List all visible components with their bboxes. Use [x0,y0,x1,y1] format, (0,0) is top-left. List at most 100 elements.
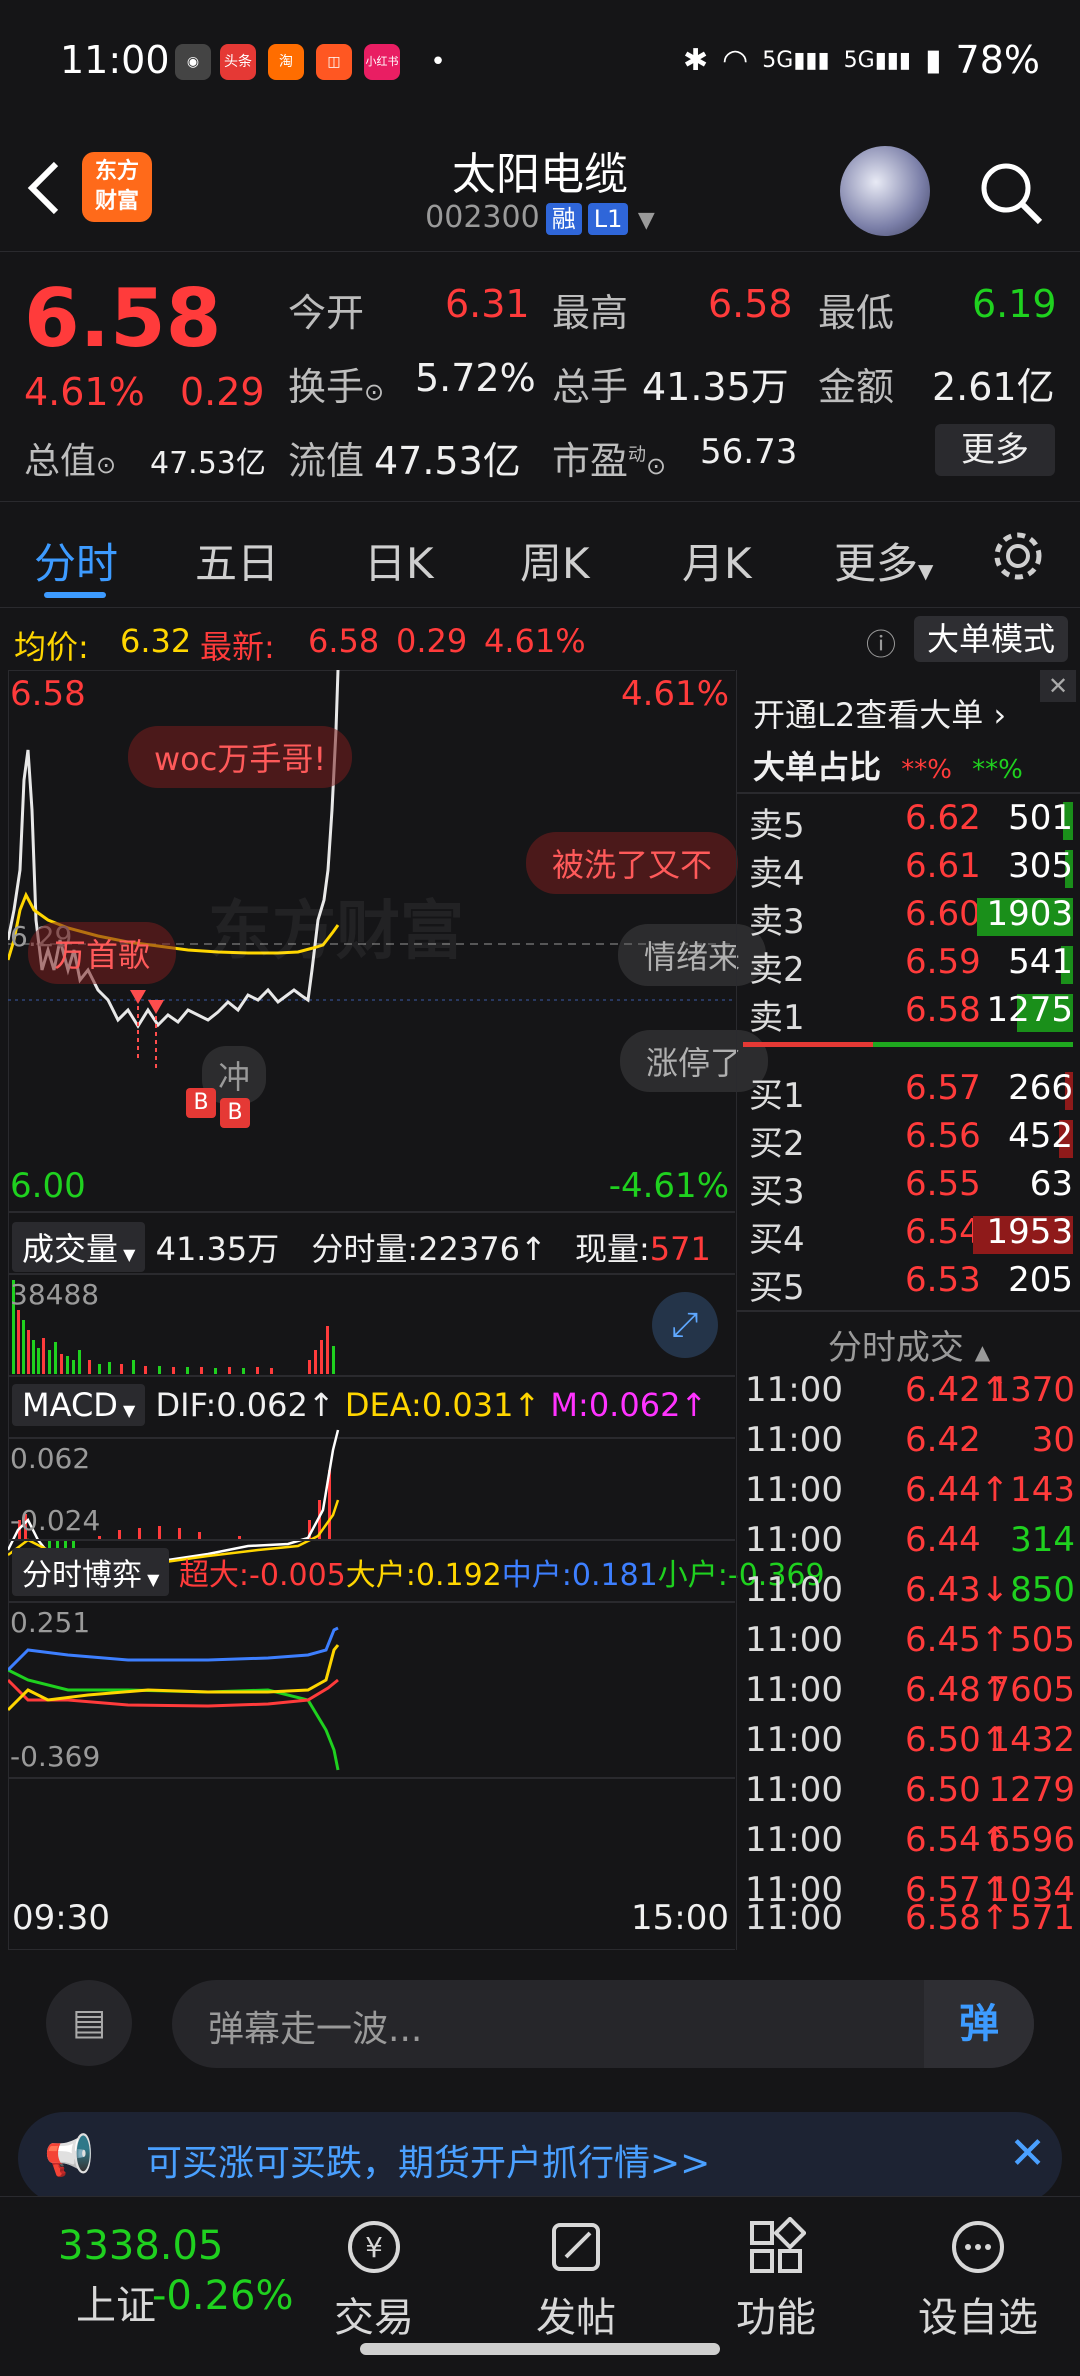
trade-row: 11:00 6.45↑ 505 [745,1620,1075,1660]
taobao-app-icon: 淘 [268,44,304,80]
danmu-placeholder: 弹幕走一波... [208,2009,423,2050]
latest-pct: 4.61% [484,622,586,660]
volume-selector[interactable]: 成交量 ▼ [12,1222,146,1272]
status-time: 11:00 [60,38,170,82]
bid-row-5[interactable]: 买5 6.53 205 [743,1260,1077,1308]
bid-row-1[interactable]: 买1 6.57 266 [743,1068,1077,1116]
intraday-chart-area[interactable]: 东方财富 6.58 4.61% 6.29 6.00 -4.61% woc万手哥!… [6,669,825,1951]
macd-selector[interactable]: MACD ▼ [12,1384,146,1426]
nav-functions[interactable]: 功能 [706,2217,846,2343]
tab-intraday[interactable]: 分时 [34,530,118,591]
toutiao-app-icon: 头条 [220,44,256,80]
index-name[interactable]: 上证 [76,2273,156,2331]
bid-row-2[interactable]: 买2 6.56 452 [743,1116,1077,1164]
tab-five-day[interactable]: 五日 [195,530,279,591]
ask-row-2[interactable]: 卖2 6.59 541 [743,942,1077,990]
ask-row-4[interactable]: 卖4 6.61 305 [743,846,1077,894]
stock-code: 002300 [425,200,540,235]
open-l2-link[interactable]: 开通L2查看大单 › [753,690,1006,736]
latest-value: 6.58 [308,622,380,660]
high-label: 最高 [552,291,629,335]
danmu-input[interactable]: 弹幕走一波... 弹 [172,1980,1034,2068]
price-change: 0.29 [180,370,265,414]
compose-icon[interactable]: ▤ [46,1980,132,2066]
intraday-volume: 分时量:22376↑ [311,1230,547,1268]
mktcap-label: 总值⊙ [24,441,117,482]
search-icon[interactable] [976,158,1046,228]
chart-bottom-right: -4.61% [608,1166,729,1206]
ad-banner[interactable]: 📢 可买涨可买跌，期货开户抓行情>> ✕ [18,2112,1062,2204]
current-volume: 571 [649,1230,711,1268]
settings-gear-icon[interactable] [990,528,1046,584]
comment-bar: ▤ 弹幕走一波... 弹 [0,1950,1080,2118]
signal-2-icon: 5G▮▮▮ [843,47,912,73]
danmu-bubble-3: 万首歌 [28,922,177,984]
battery-level: 78% [955,38,1040,82]
game-bottom: -0.369 [10,1740,101,1773]
index-change[interactable]: -0.26% [152,2273,294,2319]
game-super: 超大:-0.005 [178,1558,346,1593]
open-label: 今开 [288,291,365,335]
volume-total: 41.35万 [155,1230,280,1268]
game-selector[interactable]: 分时博弈 ▼ [12,1548,170,1596]
chart-top-right: 4.61% [620,674,729,714]
help-icon[interactable]: ⓘ [866,620,896,664]
quote-panel: 6.58 4.61% 0.29 总值⊙ 47.53亿 今开 6.31 最高 6.… [0,252,1080,502]
edit-icon [552,2223,600,2271]
trades-title[interactable]: 分时成交 ▲ [737,1320,1080,1369]
danmu-toggle-button[interactable]: 弹 [924,1980,1034,2068]
bid-row-4[interactable]: 买4 6.54 1953 [743,1212,1077,1260]
intraday-info-row: 均价: 6.32 最新: 6.58 0.29 4.61% ⓘ 大单模式 [0,610,1080,668]
stock-header: 东方 财富 太阳电缆 002300 融 L1 ▼ [0,128,1080,252]
trade-row: 11:00 6.43↓ 850 [745,1570,1075,1610]
watermark: 东方财富 [208,895,464,969]
super-line [6,1678,339,1708]
macd-m: M:0.062↑ [550,1386,708,1424]
danmu-bubble-1: woc万手哥! [128,726,353,788]
end-time: 15:00 [631,1898,729,1938]
nav-trade[interactable]: ¥ 交易 [304,2217,444,2343]
trade-row: 11:00 6.54↑ 6596 [745,1820,1075,1860]
grid-icon [750,2217,806,2273]
latest-chg: 0.29 [396,622,468,660]
open-value: 6.31 [445,282,530,326]
home-indicator[interactable] [360,2343,720,2355]
bluetooth-icon: ✱ [682,42,709,78]
big-order-ratio: 大单占比 **% **% [753,748,1023,786]
ask-row-1[interactable]: 卖1 6.58 1275 [743,990,1077,1038]
avg-label: 均价: [14,628,89,666]
tab-monthly-k[interactable]: 月K [682,530,752,591]
big-order-mode-button[interactable]: 大单模式 [914,616,1068,662]
chart-bottom-left: 6.00 [10,1166,86,1206]
low-value: 6.19 [972,282,1057,326]
more-button[interactable]: 更多 [935,424,1055,476]
tab-more[interactable]: 更多▼ [834,530,933,591]
tab-weekly-k[interactable]: 周K [520,530,590,591]
nav-post[interactable]: 发帖 [506,2217,646,2343]
level-tag: L1 [587,203,629,235]
tab-daily-k[interactable]: 日K [364,530,434,591]
wifi-icon: ◠ [722,42,749,78]
ad-close-icon[interactable]: ✕ [1009,2128,1046,2179]
ask-row-3[interactable]: 卖3 6.60 1903 [743,894,1077,942]
robot-assistant-icon[interactable] [840,146,930,236]
close-panel-icon[interactable]: ✕ [1040,670,1076,702]
last-price: 6.58 [24,272,222,365]
pe-label: 市盈动⊙ [552,439,667,483]
float-label: 流值 [288,439,365,483]
ad-text: 可买涨可买跌，期货开户抓行情>> [146,2143,711,2184]
pe-value: 56.73 [700,432,798,472]
ask-row-5[interactable]: 卖5 6.62 501 [743,798,1077,846]
bid-row-3[interactable]: 买3 6.55 63 [743,1164,1077,1212]
low-label: 最低 [818,291,895,335]
trade-row: 11:00 6.44↑ 143 [745,1470,1075,1510]
volume-max: 38488 [10,1278,100,1311]
macd-bottom: -0.024 [10,1504,101,1537]
float-value: 47.53亿 [374,439,521,483]
index-value[interactable]: 3338.05 [58,2223,223,2269]
nav-watchlist[interactable]: 设自选 [908,2217,1048,2343]
current-volume-label: 现量: [574,1230,650,1268]
trade-row: 11:00 6.48↑ 7605 [745,1670,1075,1710]
xiaohongshu-app-icon: 小红书 [364,44,400,80]
expand-icon[interactable]: ⤢ [652,1292,718,1358]
